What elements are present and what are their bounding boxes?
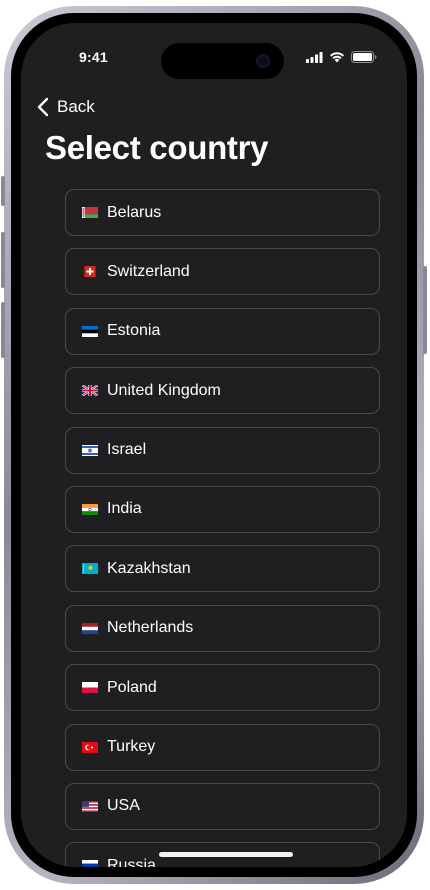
back-button[interactable]: Back [37, 97, 95, 117]
country-item-estonia[interactable]: Estonia [65, 307, 380, 355]
switzerland-flag-icon [84, 266, 96, 278]
dynamic-island [161, 43, 284, 79]
screen: 9:41 Back Select country Belarus Switzer… [21, 23, 407, 867]
country-item-belarus[interactable]: Belarus [65, 189, 380, 236]
country-name: Estonia [107, 322, 161, 340]
country-name: Poland [107, 678, 157, 696]
united-kingdom-flag-icon [82, 385, 98, 397]
estonia-flag-icon [82, 325, 98, 337]
country-name: Switzerland [107, 262, 190, 280]
country-name: Kazakhstan [107, 559, 191, 577]
netherlands-flag-icon [82, 622, 98, 634]
status-bar: 9:41 [21, 23, 407, 79]
country-item-switzerland[interactable]: Switzerland [65, 248, 380, 296]
country-name: Russia [107, 856, 156, 867]
country-list: Belarus Switzerland Estonia United Kingd… [65, 189, 380, 867]
country-item-usa[interactable]: USA [65, 782, 380, 830]
cellular-icon [306, 51, 323, 63]
country-item-india[interactable]: India [65, 485, 380, 533]
country-item-israel[interactable]: Israel [65, 426, 380, 474]
india-flag-icon [82, 503, 98, 515]
kazakhstan-flag-icon [82, 563, 98, 575]
poland-flag-icon [82, 682, 98, 694]
power-button [423, 266, 427, 354]
action-button [1, 176, 5, 206]
country-name: Netherlands [107, 619, 194, 637]
back-label: Back [57, 97, 95, 116]
chevron-left-icon [37, 97, 49, 117]
home-indicator[interactable] [159, 852, 293, 857]
wifi-icon [330, 52, 344, 63]
volume-down-button [1, 302, 5, 358]
country-item-kazakhstan[interactable]: Kazakhstan [65, 545, 380, 593]
phone-frame: 9:41 Back Select country Belarus Switzer… [1, 6, 427, 884]
country-name: United Kingdom [107, 381, 221, 399]
country-item-united-kingdom[interactable]: United Kingdom [65, 367, 380, 415]
status-time: 9:41 [79, 49, 108, 65]
country-name: Belarus [107, 203, 162, 221]
battery-icon [351, 51, 377, 63]
page-title: Select country [45, 129, 269, 166]
country-item-turkey[interactable]: Turkey [65, 723, 380, 771]
country-item-poland[interactable]: Poland [65, 664, 380, 712]
usa-flag-icon [82, 800, 98, 812]
country-name: USA [107, 797, 140, 815]
country-name: India [107, 500, 142, 518]
country-name: Israel [107, 441, 147, 459]
front-camera [256, 54, 270, 68]
turkey-flag-icon [82, 741, 98, 753]
volume-up-button [1, 232, 5, 288]
country-item-netherlands[interactable]: Netherlands [65, 604, 380, 652]
russia-flag-icon [82, 860, 98, 867]
belarus-flag-icon [82, 207, 98, 218]
phone-bezel: 9:41 Back Select country Belarus Switzer… [11, 13, 417, 877]
status-icons [306, 51, 377, 63]
israel-flag-icon [82, 444, 98, 456]
country-name: Turkey [107, 738, 156, 756]
